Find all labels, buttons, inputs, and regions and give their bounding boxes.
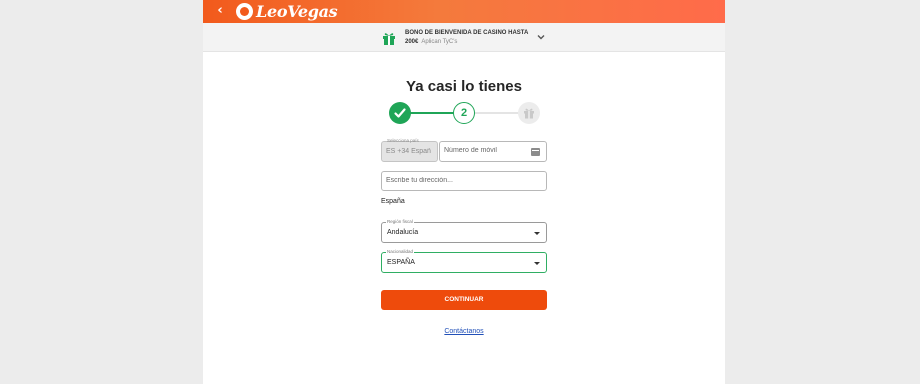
residence-country: España [381,198,405,205]
region-label: Región fiscal [386,219,414,225]
bonus-terms: Aplican TyC's [421,39,458,45]
checkmark-icon [394,108,406,118]
country-code-select[interactable]: Selecciona país ES +34 Españ [381,138,438,162]
registration-panel: ‹ LeoVegas BONO DE BIENVENIDA DE CASINO … [203,0,725,384]
gift-icon [524,108,534,119]
caret-down-icon [534,262,540,265]
chevron-down-icon[interactable] [536,32,546,42]
phone-input[interactable] [444,147,524,154]
bonus-detail: 200€ Aplican TyC's [405,39,457,45]
brand-logo[interactable]: LeoVegas [236,2,338,21]
continue-button[interactable]: CONTINUAR [381,290,547,310]
region-select[interactable]: Región fiscal Andalucía [381,219,547,243]
bonus-amount: 200€ [405,39,419,45]
progress-stepper: 2 [389,102,540,124]
welcome-bonus-banner[interactable]: BONO DE BIENVENIDA DE CASINO HASTA 200€ A… [203,23,725,52]
gift-icon [383,33,395,45]
step-1-complete [389,102,411,124]
country-code-value: ES +34 Españ [386,148,431,155]
region-value: Andalucía [387,229,419,236]
card-icon [531,148,540,156]
step-3-pending [518,102,540,124]
page-title: Ya casi lo tienes [406,78,522,95]
address-input[interactable] [386,177,536,184]
step-connector-pending [473,112,523,114]
nationality-value: ESPAÑA [387,259,415,266]
brand-name: LeoVegas [256,2,338,21]
country-code-label: Selecciona país [387,138,419,143]
address-field[interactable] [381,171,547,191]
nationality-select[interactable]: Nacionalidad ESPAÑA [381,249,547,273]
top-bar: ‹ LeoVegas [203,0,725,23]
lion-logo-icon [236,3,253,20]
nationality-label: Nacionalidad [386,249,415,255]
caret-down-icon [534,232,540,235]
contact-link[interactable]: Contáctanos [203,328,725,335]
back-button[interactable]: ‹ [213,3,227,19]
bonus-headline: BONO DE BIENVENIDA DE CASINO HASTA [405,30,529,36]
chevron-left-icon: ‹ [217,3,223,18]
phone-field[interactable] [439,141,547,162]
step-2-current: 2 [453,102,475,124]
